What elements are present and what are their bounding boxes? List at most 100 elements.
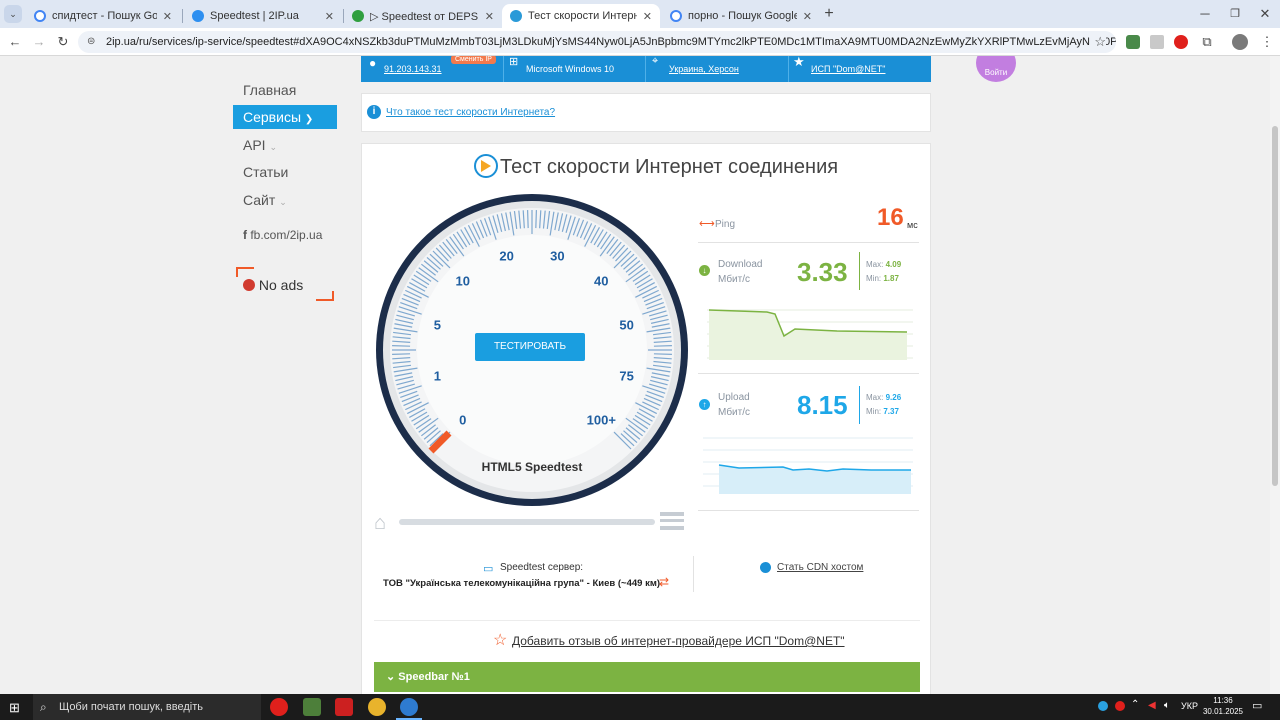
sidebar-item-articles[interactable]: Статьи <box>243 164 288 180</box>
server-list-icon[interactable] <box>660 512 684 530</box>
tab-divider <box>182 9 183 23</box>
profile-avatar[interactable] <box>1232 34 1248 50</box>
windows-start-icon[interactable]: ⊞ <box>9 700 20 716</box>
download-arrow-icon: ↓ <box>699 265 710 276</box>
cdn-host-link[interactable]: Стать CDN хостом <box>777 562 863 573</box>
scrollbar-thumb[interactable] <box>1272 126 1278 486</box>
chrome-active-icon[interactable] <box>400 698 418 716</box>
tab-google-search[interactable]: порно - Пошук Google ✕ <box>662 4 820 28</box>
extensions-puzzle-icon[interactable]: ⧉ <box>1198 33 1216 51</box>
language-indicator[interactable]: УКР <box>1181 701 1198 711</box>
speedtest-title: Тест скорости Интернет соединения <box>500 156 839 178</box>
download-value: 3.33 <box>797 257 848 287</box>
taskbar-search[interactable]: ⌕ Щоби почати пошук, введіть <box>33 694 261 720</box>
tab-google-speedtest[interactable]: спидтест - Пошук Google ✕ <box>26 4 180 28</box>
ip-address[interactable]: 91.203.143.31 <box>384 64 442 74</box>
notifications-icon[interactable]: ▭ <box>1252 699 1262 712</box>
download-area <box>709 310 907 360</box>
close-tab-icon[interactable]: ✕ <box>163 10 172 23</box>
site-info-icon[interactable]: ⊜ <box>87 31 95 53</box>
tray-speaker-icon[interactable]: ◀ <box>1148 700 1156 711</box>
upload-divider <box>859 386 860 424</box>
gauge-tick <box>653 345 672 347</box>
gauge-tick <box>527 210 529 229</box>
windows-taskbar: ⊞ ⌕ Щоби почати пошук, введіть ⌃ ◀ 🔈︎ УК… <box>0 694 1280 720</box>
test-button[interactable]: ТЕСТИРОВАТЬ <box>475 333 585 361</box>
tab-2ip-speedtest[interactable]: Speedtest | 2IP.ua ✕ <box>184 4 342 28</box>
volume-icon[interactable]: 🔈︎ <box>1164 700 1170 711</box>
speedbar-header[interactable]: ⌄ Speedbar №1 <box>374 662 920 692</box>
server-icon: ▭ <box>483 563 494 575</box>
tab-internet-speed-test[interactable]: Тест скорости Интернет соеди ✕ <box>502 4 660 28</box>
chevron-down-icon: ❯ <box>304 114 314 125</box>
sidebar-item-home[interactable]: Главная <box>243 82 296 98</box>
isp-link[interactable]: ИСП "Dom@NET" <box>811 64 885 74</box>
what-is-speedtest-link[interactable]: Что такое тест скорости Интернета? <box>386 107 555 118</box>
tab-deps-speedtest[interactable]: ▷ Speedtest от DEPS. Провери ✕ <box>344 4 502 28</box>
calculator-icon[interactable] <box>303 698 321 716</box>
sidebar-item-site[interactable]: Сайт ⌄ <box>243 192 287 208</box>
reload-icon[interactable]: ↻ <box>54 33 72 51</box>
sidebar-item-services[interactable]: Сервисы ❯ <box>233 105 337 129</box>
chevron-down-icon: ⌄ <box>279 197 287 207</box>
tray-opera-icon[interactable] <box>1115 701 1125 711</box>
opera-icon[interactable] <box>270 698 288 716</box>
login-button[interactable]: Войти <box>976 56 1016 82</box>
opera-extension-icon[interactable] <box>1174 35 1188 49</box>
scale-label-1: 1 <box>434 368 441 383</box>
no-ads-button[interactable]: No ads <box>243 277 303 293</box>
chrome-icon[interactable] <box>368 698 386 716</box>
location-link[interactable]: Украина, Херсон <box>669 64 739 74</box>
upload-min: Min: 7.37 <box>866 407 899 416</box>
divider <box>693 556 694 592</box>
facebook-link[interactable]: f fb.com/2ip.ua <box>243 228 322 242</box>
scale-label-30: 30 <box>550 248 564 263</box>
divider <box>698 242 919 243</box>
download-label: Download <box>718 259 763 270</box>
forward-icon[interactable]: → <box>30 33 48 51</box>
clock-date[interactable]: 30.01.2025 <box>1200 707 1246 716</box>
browser-toolbar: ← → ↻ ⊜ 2ip.ua/ru/services/ip-service/sp… <box>0 28 1280 56</box>
bookmark-star-icon[interactable]: ☆ <box>1090 31 1106 53</box>
close-window-icon[interactable]: ✕ <box>1256 5 1274 23</box>
server-name[interactable]: ТОВ "Українська телекомунікаційна група"… <box>383 578 660 589</box>
clock-time[interactable]: 11:36 <box>1206 696 1240 705</box>
os-name: Microsoft Windows 10 <box>526 64 615 74</box>
upload-max: Max: 9.26 <box>866 393 902 402</box>
gauge-brand: HTML5 Speedtest <box>482 460 583 474</box>
gauge-tick <box>535 210 537 229</box>
info-icon: i <box>367 105 381 119</box>
close-tab-icon[interactable]: ✕ <box>485 10 494 23</box>
back-icon[interactable]: ← <box>6 33 24 51</box>
close-tab-icon[interactable]: ✕ <box>643 10 652 23</box>
info-card: i Что такое тест скорости Интернета? <box>361 93 931 132</box>
home-icon: ⌂ <box>374 512 387 534</box>
extension-icon[interactable] <box>1126 35 1140 49</box>
minimize-icon[interactable]: ─ <box>1196 5 1214 23</box>
close-tab-icon[interactable]: ✕ <box>803 10 812 23</box>
upload-label: Upload <box>718 392 750 403</box>
divider <box>698 373 919 374</box>
extension-icon[interactable] <box>1150 35 1164 49</box>
gauge-tick <box>392 353 411 355</box>
change-server-icon[interactable]: ⇄ <box>659 575 669 589</box>
tray-chevron-icon[interactable]: ⌃ <box>1131 699 1139 710</box>
facebook-icon: f <box>243 228 247 242</box>
menu-dots-icon[interactable]: ⋮ <box>1258 33 1276 51</box>
telegram-icon[interactable] <box>1098 701 1108 711</box>
new-tab-button[interactable]: + <box>820 5 838 23</box>
restore-icon[interactable]: ❐ <box>1226 5 1244 23</box>
amd-icon[interactable] <box>335 698 353 716</box>
add-review-link[interactable]: Добавить отзыв об интернет-провайдере ИС… <box>512 634 845 648</box>
address-bar[interactable]: ⊜ 2ip.ua/ru/services/ip-service/speedtes… <box>78 31 1116 53</box>
sidebar-item-api[interactable]: API ⌄ <box>243 137 277 153</box>
review-star-icon: ☆ <box>493 632 508 649</box>
ip-info-strip: ● 91.203.143.31 Сменить IP ⊞ Microsoft W… <box>361 56 931 82</box>
tab-search-button[interactable]: ⌄ <box>4 5 22 23</box>
page-scrollbar[interactable] <box>1270 56 1280 694</box>
download-divider <box>859 252 860 290</box>
change-ip-button[interactable]: Сменить IP <box>451 56 496 64</box>
close-tab-icon[interactable]: ✕ <box>325 10 334 23</box>
windows-icon: ⊞ <box>509 56 519 68</box>
gauge-tick <box>392 345 411 347</box>
